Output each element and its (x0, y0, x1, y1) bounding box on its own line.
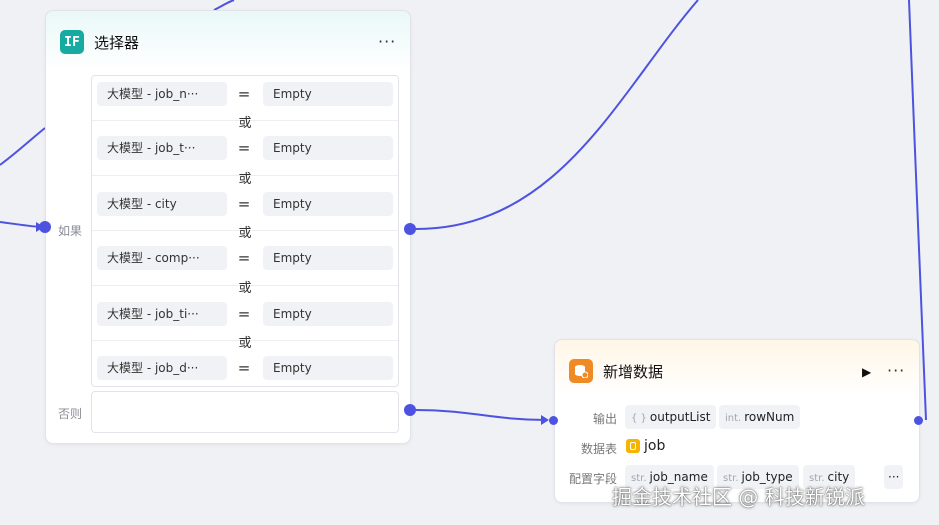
output-type: int. (725, 413, 742, 424)
condition-right-operand[interactable]: Empty (263, 192, 393, 216)
selector-node[interactable]: IF 选择器 ··· 如果 大模型 - job_n··· = Empty 或 大… (45, 10, 411, 444)
edge-incoming-if (0, 221, 41, 228)
or-label: 或 (238, 116, 252, 131)
condition-operator[interactable]: = (233, 302, 255, 326)
edge-else-out (415, 409, 547, 421)
database-add-icon (569, 359, 593, 383)
output-tag: { } outputList (625, 405, 717, 429)
selector-more-button[interactable]: ··· (378, 32, 396, 51)
condition-group: 大模型 - job_n··· = Empty 或 大模型 - job_t··· … (91, 75, 399, 387)
condition-left-operand[interactable]: 大模型 - job_n··· (97, 82, 227, 106)
condition-left-operand[interactable]: 大模型 - city (97, 192, 227, 216)
edge-incoming-top (0, 127, 46, 166)
condition-row: 大模型 - job_ti··· = Empty (97, 302, 393, 326)
fields-more-tag[interactable]: ··· (884, 465, 904, 489)
condition-row: 大模型 - job_n··· = Empty (97, 82, 393, 106)
condition-left-operand[interactable]: 大模型 - job_d··· (97, 356, 227, 380)
insert-title: 新增数据 (603, 362, 664, 381)
table-name: job (644, 438, 666, 454)
condition-right-operand[interactable]: Empty (263, 246, 393, 270)
insert-header: 新增数据 (569, 358, 663, 384)
output-name: outputList (649, 410, 711, 424)
else-label: 否则 (58, 407, 83, 421)
condition-right-operand[interactable]: Empty (263, 82, 393, 106)
insert-input-port[interactable] (549, 416, 558, 425)
or-label: 或 (238, 336, 252, 351)
if-label: 如果 (58, 224, 83, 238)
edge-if-out (415, 0, 699, 230)
selector-header: IF 选择器 (60, 29, 139, 55)
condition-row: 大模型 - comp··· = Empty (97, 246, 393, 270)
or-label: 或 (238, 172, 252, 187)
edge-arrow-else (541, 415, 549, 425)
if-icon: IF (60, 30, 84, 54)
condition-left-operand[interactable]: 大模型 - comp··· (97, 246, 227, 270)
condition-left-operand[interactable]: 大模型 - job_ti··· (97, 302, 227, 326)
condition-right-operand[interactable]: Empty (263, 302, 393, 326)
condition-left-operand[interactable]: 大模型 - job_t··· (97, 136, 227, 160)
edge-incoming-top-right (213, 0, 235, 11)
selector-title: 选择器 (94, 33, 140, 52)
output-type: { } (631, 413, 647, 424)
insert-more-button[interactable]: ··· (887, 361, 905, 380)
insert-data-node[interactable]: 新增数据 ▶ ··· 输出 { } outputList int. rowNum 数… (554, 339, 920, 503)
run-button[interactable]: ▶ (862, 365, 871, 379)
condition-row: 大模型 - city = Empty (97, 192, 393, 216)
condition-right-operand[interactable]: Empty (263, 136, 393, 160)
output-tag: int. rowNum (719, 405, 801, 429)
selector-input-port[interactable] (39, 221, 51, 233)
condition-right-operand[interactable]: Empty (263, 356, 393, 380)
else-output-port[interactable] (404, 404, 416, 416)
condition-operator[interactable]: = (233, 356, 255, 380)
or-label: 或 (238, 281, 252, 296)
condition-row: 大模型 - job_t··· = Empty (97, 136, 393, 160)
table-icon (626, 439, 640, 453)
condition-operator[interactable]: = (233, 82, 255, 106)
output-label: 输出 (592, 412, 617, 426)
if-output-port[interactable] (404, 223, 416, 235)
condition-row: 大模型 - job_d··· = Empty (97, 356, 393, 380)
or-label: 或 (238, 226, 252, 241)
table-label: 数据表 (580, 442, 617, 456)
output-name: rowNum (744, 410, 795, 424)
else-branch-box[interactable] (91, 391, 399, 433)
insert-output-port[interactable] (914, 416, 923, 425)
condition-operator[interactable]: = (233, 192, 255, 216)
condition-operator[interactable]: = (233, 136, 255, 160)
condition-operator[interactable]: = (233, 246, 255, 270)
fields-label: 配置字段 (568, 472, 617, 486)
watermark: 掘金技术社区 @ 科技新锐派 (612, 485, 865, 509)
